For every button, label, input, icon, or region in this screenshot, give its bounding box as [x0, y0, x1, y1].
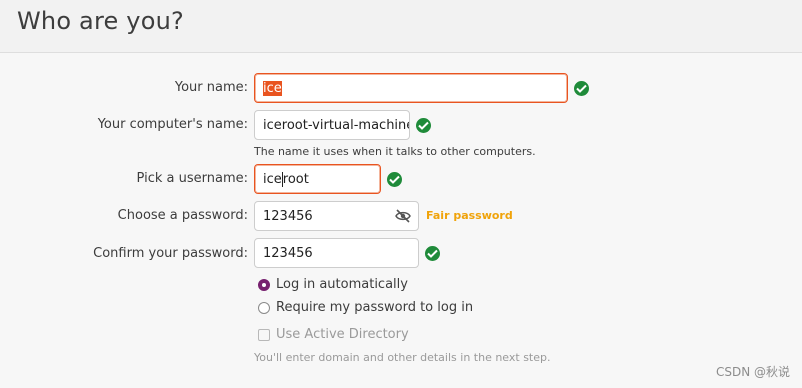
name-label: Your name:	[174, 80, 248, 95]
page-title: Who are you?	[17, 7, 184, 35]
computer-name-field[interactable]: iceroot-virtual-machine	[254, 110, 410, 140]
username-label: Pick a username:	[136, 171, 248, 186]
name-valid-icon	[574, 81, 589, 96]
computer-label: Your computer's name:	[97, 117, 248, 132]
confirm-valid-icon	[425, 246, 440, 261]
username-value-part1: ice	[263, 171, 282, 187]
confirm-label: Confirm your password:	[93, 246, 248, 261]
computer-name-value: iceroot-virtual-machine	[263, 117, 410, 133]
password-label: Choose a password:	[117, 208, 248, 223]
active-directory-option: Use Active Directory	[258, 327, 409, 342]
confirm-password-field[interactable]: 123456	[254, 238, 419, 268]
username-value-part2: root	[282, 171, 309, 187]
radio-unselected-icon[interactable]	[258, 301, 270, 314]
computer-valid-icon	[416, 118, 431, 133]
header-bar: Who are you?	[0, 0, 802, 53]
password-strength: Fair password	[426, 209, 513, 222]
login-require-label: Require my password to log in	[276, 300, 474, 315]
active-directory-hint: You'll enter domain and other details in…	[254, 351, 551, 364]
active-directory-label: Use Active Directory	[276, 327, 409, 342]
name-value: ice	[263, 80, 282, 96]
name-field[interactable]: ice	[254, 73, 568, 103]
login-require-option[interactable]: Require my password to log in	[258, 300, 473, 315]
computer-name-hint: The name it uses when it talks to other …	[254, 145, 536, 158]
radio-selected-icon[interactable]	[258, 278, 270, 291]
password-value: 123456	[263, 208, 313, 224]
confirm-password-value: 123456	[263, 245, 313, 261]
checkbox-icon	[258, 328, 270, 341]
username-field[interactable]: ice root	[254, 164, 381, 194]
login-auto-option[interactable]: Log in automatically	[258, 277, 408, 292]
watermark: CSDN @秋说	[715, 365, 790, 379]
login-auto-label: Log in automatically	[276, 277, 408, 292]
username-valid-icon	[387, 172, 402, 187]
eye-off-icon[interactable]	[395, 208, 411, 227]
